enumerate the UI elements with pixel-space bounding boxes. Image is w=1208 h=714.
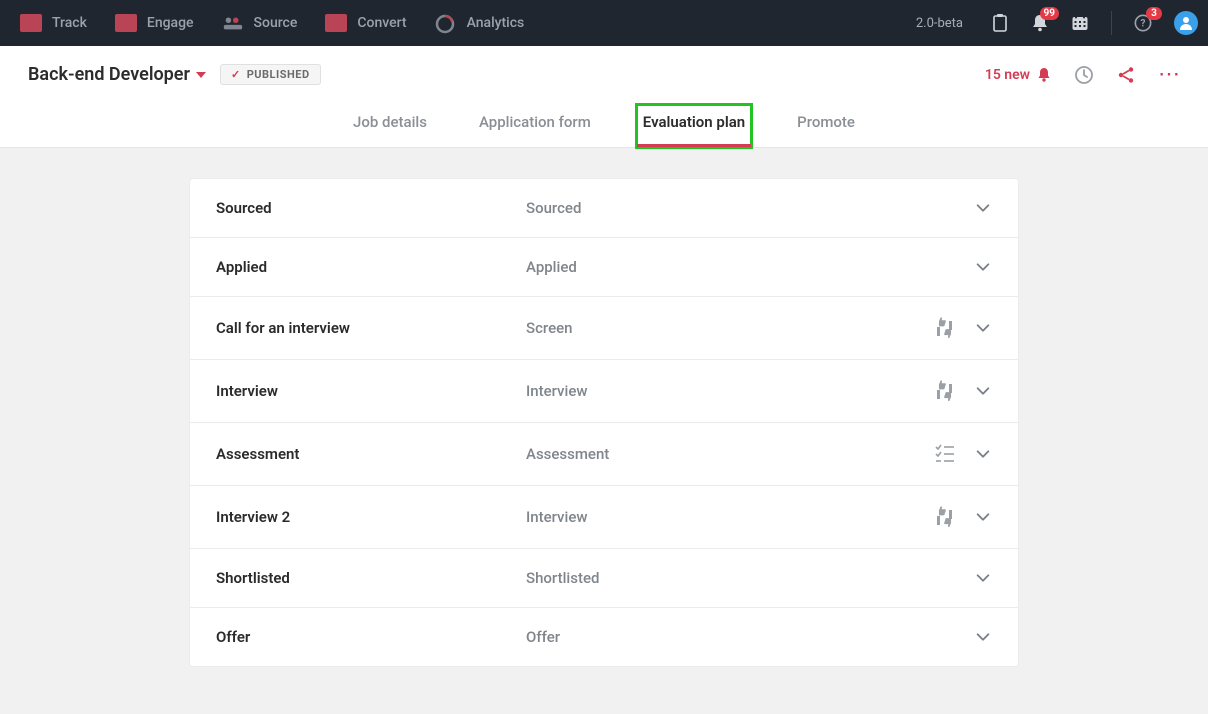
stage-name: Assessment (216, 445, 526, 463)
stage-name: Call for an interview (216, 319, 526, 337)
job-header: Back-end Developer ✓ PUBLISHED 15 new ⋯ … (0, 46, 1208, 148)
tab-application-form[interactable]: Application form (473, 105, 597, 147)
notifications-badge: 99 (1040, 7, 1059, 20)
analytics-icon (435, 14, 457, 32)
notifications-icon[interactable]: 99 (1031, 14, 1049, 32)
stage-type: Interview (526, 508, 922, 526)
stage-actions (922, 258, 992, 276)
stage-actions (922, 199, 992, 217)
tab-evaluation-plan[interactable]: Evaluation plan (637, 105, 751, 147)
nav-convert[interactable]: Convert (325, 14, 406, 32)
convert-icon (325, 14, 347, 32)
chevron-down-icon (196, 72, 206, 78)
stage-type: Offer (526, 628, 922, 646)
stage-actions (922, 443, 992, 465)
stage-type: Interview (526, 382, 922, 400)
job-title-area: Back-end Developer ✓ PUBLISHED (28, 64, 321, 85)
tabs: Job details Application form Evaluation … (0, 91, 1208, 147)
thumbs-icon (934, 317, 956, 339)
nav-label: Track (52, 15, 87, 31)
stage-actions (922, 317, 992, 339)
calendar-icon[interactable] (1071, 14, 1089, 32)
version-label: 2.0-beta (916, 16, 963, 31)
stage-row[interactable]: InterviewInterview (190, 360, 1018, 423)
stage-actions (922, 628, 992, 646)
stage-actions (922, 569, 992, 587)
stage-row[interactable]: AppliedApplied (190, 238, 1018, 297)
engage-icon (115, 14, 137, 32)
help-icon[interactable]: ? 3 (1134, 14, 1152, 32)
share-icon[interactable] (1116, 65, 1136, 85)
job-title-dropdown[interactable]: Back-end Developer (28, 64, 206, 85)
track-icon (20, 14, 42, 32)
source-icon (222, 14, 244, 32)
nav-engage[interactable]: Engage (115, 14, 194, 32)
nav-label: Analytics (467, 15, 525, 31)
new-notifications[interactable]: 15 new (985, 67, 1052, 83)
chevron-down-icon (974, 258, 992, 276)
clipboard-icon[interactable] (991, 14, 1009, 32)
stage-name: Offer (216, 628, 526, 646)
chevron-down-icon (974, 445, 992, 463)
chevron-down-icon (974, 319, 992, 337)
job-title-text: Back-end Developer (28, 64, 190, 85)
stage-type: Applied (526, 258, 922, 276)
nav-analytics[interactable]: Analytics (435, 14, 525, 32)
stage-name: Applied (216, 258, 526, 276)
stage-name: Interview 2 (216, 508, 526, 526)
nav-source[interactable]: Source (222, 14, 298, 32)
stage-type: Sourced (526, 199, 922, 217)
separator (1111, 11, 1112, 35)
tab-job-details[interactable]: Job details (347, 105, 433, 147)
stage-name: Shortlisted (216, 569, 526, 587)
nav-label: Source (254, 15, 298, 31)
stage-name: Interview (216, 382, 526, 400)
help-badge: 3 (1146, 7, 1162, 20)
stage-type: Screen (526, 319, 922, 337)
stage-actions (922, 380, 992, 402)
chevron-down-icon (974, 199, 992, 217)
stage-row[interactable]: Interview 2Interview (190, 486, 1018, 549)
chevron-down-icon (974, 508, 992, 526)
stages-panel: SourcedSourcedAppliedAppliedCall for an … (189, 178, 1019, 667)
top-right-tools: 2.0-beta 99 ? 3 (916, 11, 1198, 35)
nav-label: Engage (147, 15, 194, 31)
nav-track[interactable]: Track (20, 14, 87, 32)
checklist-icon (934, 443, 956, 465)
chevron-down-icon (974, 382, 992, 400)
tab-promote[interactable]: Promote (791, 105, 861, 147)
chevron-down-icon (974, 569, 992, 587)
main-nav: Track Engage Source Convert Analytics (10, 14, 524, 32)
svg-text:?: ? (1141, 19, 1146, 30)
stage-row[interactable]: Call for an interviewScreen (190, 297, 1018, 360)
stage-type: Shortlisted (526, 569, 922, 587)
stage-name: Sourced (216, 199, 526, 217)
user-avatar[interactable] (1174, 11, 1198, 35)
nav-label: Convert (357, 15, 406, 31)
stage-row[interactable]: SourcedSourced (190, 179, 1018, 238)
check-icon: ✓ (231, 68, 241, 81)
thumbs-icon (934, 506, 956, 528)
status-badge: ✓ PUBLISHED (220, 64, 321, 85)
stage-row[interactable]: AssessmentAssessment (190, 423, 1018, 486)
top-nav-bar: Track Engage Source Convert Analytics 2.… (0, 0, 1208, 46)
stage-row[interactable]: ShortlistedShortlisted (190, 549, 1018, 608)
job-header-actions: 15 new ⋯ (985, 65, 1180, 85)
stage-row[interactable]: OfferOffer (190, 608, 1018, 666)
thumbs-icon (934, 380, 956, 402)
bell-icon (1036, 67, 1052, 83)
history-icon[interactable] (1074, 65, 1094, 85)
stage-type: Assessment (526, 445, 922, 463)
status-text: PUBLISHED (247, 68, 310, 81)
stage-actions (922, 506, 992, 528)
content-area: SourcedSourcedAppliedAppliedCall for an … (0, 148, 1208, 667)
chevron-down-icon (974, 628, 992, 646)
new-count-text: 15 new (985, 67, 1030, 83)
